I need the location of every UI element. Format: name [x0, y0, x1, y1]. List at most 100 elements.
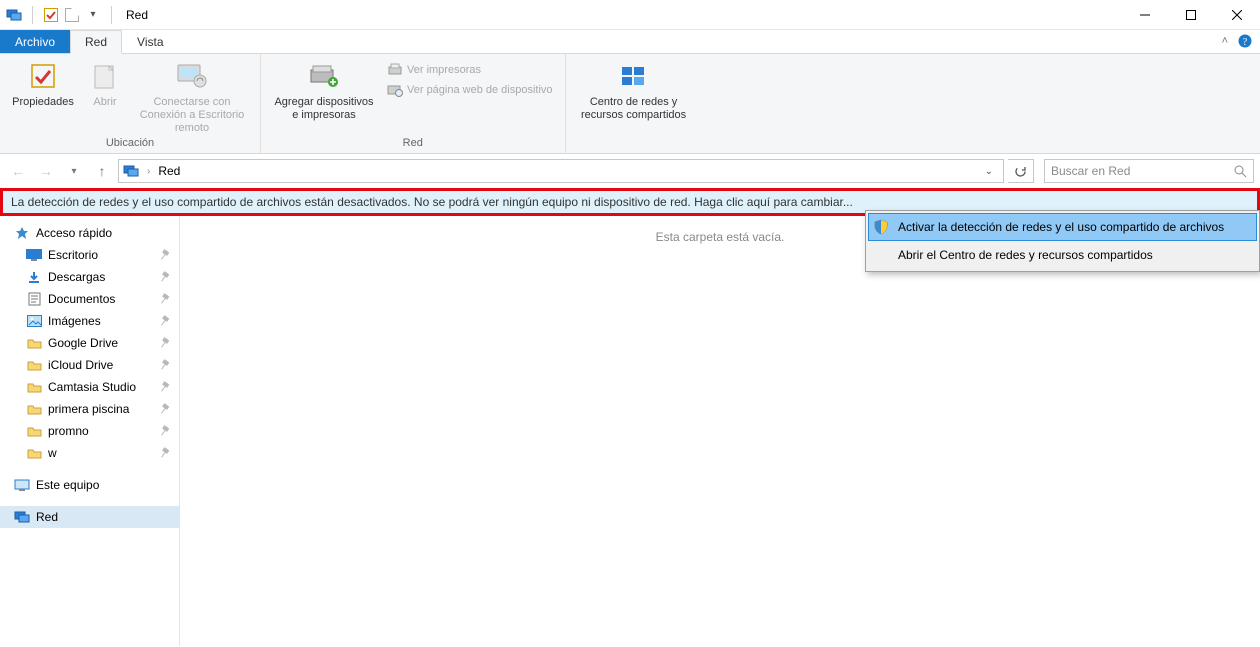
tab-file[interactable]: Archivo: [0, 30, 70, 53]
tree-item-label: Escritorio: [48, 248, 98, 262]
open-label: Abrir: [93, 96, 116, 109]
network-center-button[interactable]: Centro de redes y recursos compartidos: [574, 58, 694, 124]
view-printers-label: Ver impresoras: [407, 64, 481, 76]
group-center-spacer: [574, 137, 694, 151]
folder-icon: [26, 379, 42, 395]
documents-icon: [26, 291, 42, 307]
group-network-label: Red: [269, 137, 557, 151]
tab-network[interactable]: Red: [70, 30, 122, 54]
minimize-button[interactable]: [1122, 0, 1168, 29]
separator: [32, 6, 33, 24]
ribbon-group-network: Agregar dispositivos e impresoras Ver im…: [261, 54, 566, 153]
tree-item-promno[interactable]: promno: [0, 420, 179, 442]
tree-item-label: Google Drive: [48, 336, 118, 350]
chevron-right-icon[interactable]: ›: [147, 166, 150, 177]
network-icon: [123, 163, 139, 179]
downloads-icon: [26, 269, 42, 285]
tab-view[interactable]: Vista: [122, 30, 178, 53]
ctx-open-network-center[interactable]: Abrir el Centro de redes y recursos comp…: [868, 241, 1257, 269]
maximize-button[interactable]: [1168, 0, 1214, 29]
remote-desktop-icon: [176, 60, 208, 92]
tree-quick-access[interactable]: Acceso rápido: [0, 222, 179, 244]
tree-item-label: Camtasia Studio: [48, 380, 136, 394]
properties-icon: [27, 60, 59, 92]
search-placeholder: Buscar en Red: [1051, 164, 1130, 178]
network-center-icon: [618, 60, 650, 92]
address-dropdown-icon[interactable]: ⌄: [979, 166, 999, 177]
tree-this-pc[interactable]: Este equipo: [0, 474, 179, 496]
desktop-icon: [26, 247, 42, 263]
address-crumb[interactable]: Red: [158, 164, 180, 178]
window-controls: [1122, 0, 1260, 29]
tree-item-camtasia[interactable]: Camtasia Studio: [0, 376, 179, 398]
tree-item-label: iCloud Drive: [48, 358, 113, 372]
tree-item-primera[interactable]: primera piscina: [0, 398, 179, 420]
ctx-open-network-center-label: Abrir el Centro de redes y recursos comp…: [898, 248, 1153, 262]
ribbon: Propiedades Abrir Conectarse con Conexió…: [0, 54, 1260, 154]
open-icon: [89, 60, 121, 92]
properties-label: Propiedades: [12, 96, 74, 109]
quick-access-label: Acceso rápido: [36, 226, 112, 240]
ribbon-group-location: Propiedades Abrir Conectarse con Conexió…: [0, 54, 261, 153]
ctx-enable-discovery[interactable]: Activar la detección de redes y el uso c…: [868, 213, 1257, 241]
refresh-button[interactable]: [1008, 159, 1034, 183]
folder-icon: [26, 445, 42, 461]
tree-item-label: Documentos: [48, 292, 115, 306]
properties-button[interactable]: Propiedades: [8, 58, 78, 137]
device-webpage-label: Ver página web de dispositivo: [407, 84, 553, 96]
network-icon: [14, 509, 30, 525]
tree-item-iclouddrive[interactable]: iCloud Drive: [0, 354, 179, 376]
add-devices-button[interactable]: Agregar dispositivos e impresoras: [269, 58, 379, 124]
tree-item-label: w: [48, 446, 57, 460]
back-button[interactable]: ←: [6, 163, 30, 179]
tree-item-downloads[interactable]: Descargas: [0, 266, 179, 288]
group-location-label: Ubicación: [8, 137, 252, 151]
navigation-bar: ← → ▾ ↑ › Red ⌄ Buscar en Red: [0, 154, 1260, 188]
address-bar[interactable]: › Red ⌄: [118, 159, 1004, 183]
properties-check-icon[interactable]: [43, 7, 59, 23]
view-printers-button: Ver impresoras: [383, 60, 557, 80]
separator: [111, 6, 112, 24]
device-webpage-icon: [387, 82, 403, 98]
tree-item-documents[interactable]: Documentos: [0, 288, 179, 310]
shield-icon: [872, 218, 890, 236]
tree-item-label: primera piscina: [48, 402, 129, 416]
qat-dropdown-icon[interactable]: ▾: [85, 9, 101, 20]
remote-desktop-button: Conectarse con Conexión a Escritorio rem…: [132, 58, 252, 137]
collapse-ribbon-icon[interactable]: ˄: [1222, 35, 1228, 47]
ribbon-group-center: Centro de redes y recursos compartidos: [566, 54, 702, 153]
main-pane[interactable]: Esta carpeta está vacía. Activar la dete…: [180, 216, 1260, 644]
printer-icon: [387, 62, 403, 78]
ribbon-right-controls: ˄ ?: [1222, 34, 1252, 48]
close-button[interactable]: [1214, 0, 1260, 29]
window-title: Red: [126, 8, 148, 22]
titlebar: ▾ Red: [0, 0, 1260, 30]
tree-item-label: Descargas: [48, 270, 105, 284]
history-dropdown[interactable]: ▾: [62, 166, 86, 177]
tree-item-pictures[interactable]: Imágenes: [0, 310, 179, 332]
search-box[interactable]: Buscar en Red: [1044, 159, 1254, 183]
tree-item-desktop[interactable]: Escritorio: [0, 244, 179, 266]
ribbon-tabs: Archivo Red Vista ˄ ?: [0, 30, 1260, 54]
svg-text:?: ?: [1243, 37, 1248, 48]
quick-access-toolbar: ▾ Red: [0, 6, 154, 24]
up-button[interactable]: ↑: [90, 163, 114, 179]
folder-icon: [26, 423, 42, 439]
quick-access-icon: [14, 225, 30, 241]
add-devices-label: Agregar dispositivos e impresoras: [271, 96, 377, 122]
forward-button[interactable]: →: [34, 163, 58, 179]
device-webpage-button: Ver página web de dispositivo: [383, 80, 557, 100]
search-icon: [1234, 165, 1247, 178]
this-pc-icon: [14, 477, 30, 493]
folder-icon: [26, 401, 42, 417]
tree-item-label: promno: [48, 424, 89, 438]
tree-item-w[interactable]: w: [0, 442, 179, 464]
blank-icon: [872, 246, 890, 264]
tree-network[interactable]: Red: [0, 506, 179, 528]
tree-item-googledrive[interactable]: Google Drive: [0, 332, 179, 354]
remote-desktop-label: Conectarse con Conexión a Escritorio rem…: [134, 96, 250, 135]
navigation-pane[interactable]: Acceso rápido Escritorio Descargas Docum…: [0, 216, 180, 646]
network-center-label: Centro de redes y recursos compartidos: [576, 96, 692, 122]
new-document-icon[interactable]: [65, 8, 79, 22]
help-icon[interactable]: ?: [1238, 34, 1252, 48]
